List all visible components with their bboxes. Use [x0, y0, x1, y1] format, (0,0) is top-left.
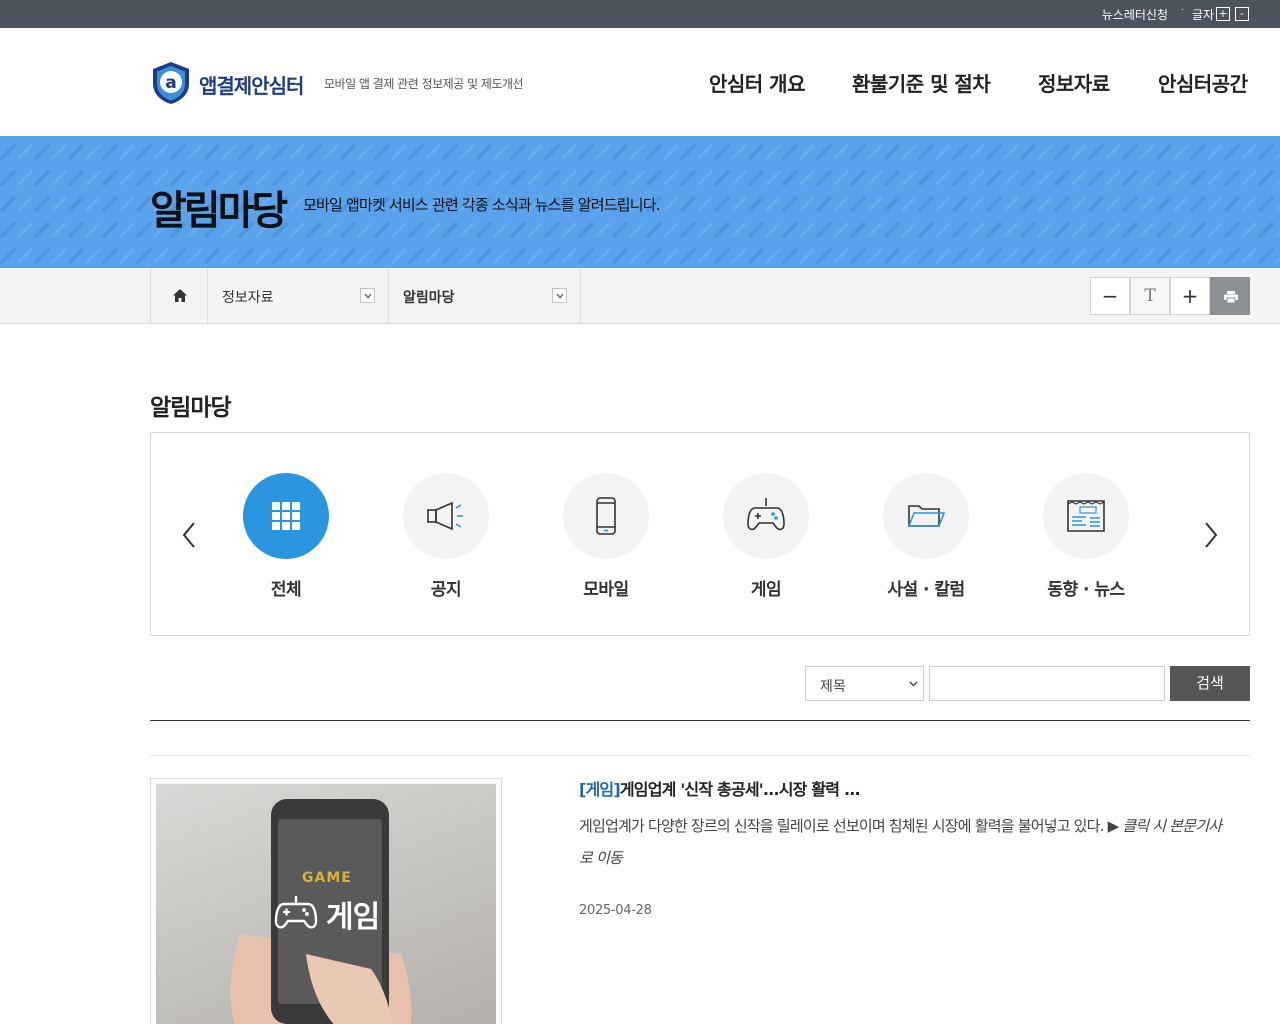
search-field-value: 제목 [820, 679, 846, 695]
thumbnail-category-label: 게임 [326, 900, 380, 935]
site-header: a 앱결제안심터 모바일 앱 결제 관련 정보제공 및 제도개선 안심터 개요 … [0, 28, 1280, 136]
article-title-link[interactable]: [게임]게임업계 '신작 총공세'...시장 활력 ... [579, 776, 861, 800]
megaphone-icon [427, 501, 463, 531]
article-summary-text: 게임업계가 다양한 장르의 신작을 릴레이로 선보이며 침체된 시장에 활력을 … [579, 817, 1119, 835]
article-category-tag: [게임] [579, 780, 621, 799]
search-field-select[interactable]: 제목 [805, 666, 924, 701]
site-slogan: 모바일 앱 결제 관련 정보제공 및 제도개선 [324, 77, 524, 91]
newspaper-icon [1067, 500, 1105, 532]
breadcrumb-level2-label: 알림마당 [403, 290, 455, 306]
category-all[interactable]: 전체 [243, 473, 329, 603]
article-thumbnail[interactable]: GAME 게임 [150, 778, 502, 1024]
font-increase-button[interactable]: + [1216, 7, 1230, 21]
category-label: 사설 · 칼럼 [887, 580, 965, 600]
font-decrease-button[interactable]: - [1235, 7, 1249, 21]
home-button[interactable] [150, 268, 208, 324]
nav-item-info[interactable]: 정보자료 [1038, 68, 1110, 97]
page-title: 알림마당 [150, 395, 232, 421]
game-controller-icon [747, 498, 785, 531]
category-column[interactable]: 사설 · 칼럼 [883, 473, 969, 603]
chevron-down-icon [909, 681, 918, 687]
nav-item-overview[interactable]: 안심터 개요 [709, 68, 805, 97]
category-mobile[interactable]: 모바일 [563, 473, 649, 603]
text-reset-button[interactable]: T [1130, 277, 1170, 315]
site-name: 앱결제안심터 [199, 74, 304, 98]
page-banner: 알림마당 모바일 앱마켓 서비스 관련 각종 소식과 뉴스를 알려드립니다. [0, 136, 1280, 268]
breadcrumb-level1-select[interactable]: 정보자료 [208, 268, 389, 324]
search-button[interactable]: 검색 [1170, 666, 1250, 701]
nav-item-space[interactable]: 안심터공간 [1158, 68, 1248, 97]
banner-title: 알림마당 [150, 188, 288, 234]
chevron-right-icon[interactable] [1203, 521, 1219, 549]
breadcrumb: 정보자료 알림마당 − T + [0, 268, 1280, 324]
utility-separator: · [1180, 5, 1184, 16]
chevron-left-icon[interactable] [181, 521, 197, 549]
font-size-label: 글자 [1191, 8, 1214, 22]
chevron-down-icon [552, 288, 567, 303]
print-button[interactable] [1210, 277, 1250, 315]
list-row-divider [150, 755, 1250, 756]
banner-subtitle: 모바일 앱마켓 서비스 관련 각종 소식과 뉴스를 알려드립니다. [303, 196, 661, 214]
home-icon [173, 289, 187, 302]
printer-icon [1224, 291, 1238, 303]
category-label: 모바일 [583, 580, 629, 600]
article-summary: 게임업계가 다양한 장르의 신작을 릴레이로 선보이며 침체된 시장에 활력을 … [579, 810, 1229, 874]
category-news-circle [1043, 473, 1129, 559]
category-all-circle [243, 473, 329, 559]
breadcrumb-level2-select[interactable]: 알림마당 [389, 268, 581, 324]
chevron-down-icon [360, 288, 375, 303]
article-date: 2025-04-28 [579, 903, 652, 918]
utility-bar: 뉴스레터신청 · 글자 + - [0, 0, 1280, 28]
newsletter-link[interactable]: 뉴스레터신청 [1102, 6, 1168, 23]
category-game-circle [723, 473, 809, 559]
zoom-in-button[interactable]: + [1170, 277, 1210, 315]
category-label: 공지 [430, 580, 462, 600]
category-label: 전체 [270, 580, 302, 600]
category-notice-circle [403, 473, 489, 559]
thumbnail-game-text: GAME [302, 870, 352, 886]
mobile-phone-icon [596, 497, 616, 535]
category-game[interactable]: 게임 [723, 473, 809, 603]
shield-logo-icon: a [153, 62, 189, 104]
category-label: 동향 · 뉴스 [1047, 580, 1125, 600]
article-title: 게임업계 '신작 총공세'...시장 활력 ... [619, 780, 861, 799]
grid-icon [272, 502, 300, 530]
article-thumbnail-image: GAME 게임 [156, 784, 496, 1024]
category-notice[interactable]: 공지 [403, 473, 489, 603]
folder-icon [907, 505, 946, 527]
list-top-divider [150, 720, 1250, 721]
category-column-circle [883, 473, 969, 559]
zoom-out-button[interactable]: − [1090, 277, 1130, 315]
search-input[interactable] [929, 666, 1165, 701]
category-mobile-circle [563, 473, 649, 559]
breadcrumb-level1-label: 정보자료 [222, 290, 274, 306]
category-label: 게임 [750, 580, 782, 600]
game-controller-icon [274, 896, 318, 929]
nav-item-refund[interactable]: 환불기준 및 절차 [852, 68, 991, 97]
svg-text:a: a [165, 73, 176, 93]
category-news[interactable]: 동향 · 뉴스 [1043, 473, 1129, 603]
category-carousel: 전체 공지 모바일 게임 사설 · 칼럼 동향 · 뉴스 [150, 432, 1250, 636]
